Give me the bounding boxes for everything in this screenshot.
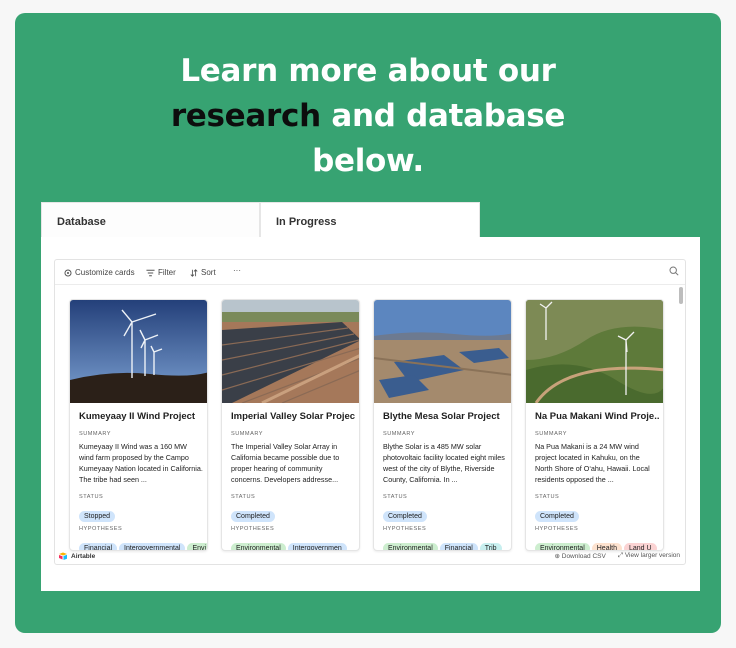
- status-badge: Completed: [535, 511, 579, 522]
- card-summary: Na Pua Makani is a 24 MW wind project lo…: [535, 442, 650, 484]
- card-summary: The Imperial Valley Solar Array in Calif…: [231, 442, 340, 484]
- search-icon: [669, 266, 679, 276]
- summary-label: SUMMARY: [535, 431, 567, 437]
- filter-icon: [146, 269, 155, 276]
- embed-footer: Airtable ⊕ Download CSV ⤢ View larger ve…: [55, 550, 685, 564]
- airtable-logo-text: Airtable: [71, 552, 96, 560]
- headline-line-1: Learn more about our: [180, 53, 556, 89]
- tab-bar: Database In Progress: [41, 202, 480, 239]
- tab-database[interactable]: Database: [41, 202, 260, 237]
- hypotheses-tags: Environmental Intergovernmen: [231, 537, 359, 550]
- tab-in-progress[interactable]: In Progress: [260, 202, 480, 239]
- view-larger-link[interactable]: ⤢ View larger version: [618, 552, 680, 560]
- hypotheses-tags: Financial Intergovernmental Envi: [79, 537, 207, 550]
- customize-cards-button[interactable]: Customize cards: [64, 268, 135, 277]
- embed-frame: Customize cards Filter Sort ··· Kumeyaay…: [41, 237, 700, 591]
- hypotheses-label: HYPOTHESES: [231, 526, 275, 532]
- promo-panel: Learn more about our research and databa…: [15, 13, 721, 633]
- headline-line-2-rest: and database: [320, 98, 566, 134]
- sort-button[interactable]: Sort: [190, 268, 216, 277]
- headline: Learn more about our research and databa…: [15, 49, 721, 184]
- headline-line-3: below.: [312, 143, 424, 179]
- hypotheses-label: HYPOTHESES: [79, 526, 123, 532]
- project-card[interactable]: Blythe Mesa Solar Project SUMMARY Blythe…: [373, 299, 512, 551]
- download-csv-label: Download CSV: [561, 553, 606, 560]
- sort-label: Sort: [201, 268, 216, 277]
- sort-icon: [190, 268, 198, 277]
- filter-label: Filter: [158, 268, 176, 277]
- airtable-embed: Customize cards Filter Sort ··· Kumeyaay…: [54, 259, 686, 565]
- filter-button[interactable]: Filter: [146, 268, 176, 277]
- card-title: Kumeyaay II Wind Project: [79, 411, 196, 422]
- customize-icon: [64, 268, 72, 277]
- airtable-logo[interactable]: Airtable: [58, 552, 95, 560]
- search-button[interactable]: [669, 266, 679, 278]
- hypotheses-tags: Environmental Health Land U: [535, 537, 663, 550]
- headline-line-2: research and database: [15, 94, 721, 139]
- project-card[interactable]: Na Pua Makani Wind Proje... SUMMARY Na P…: [525, 299, 664, 551]
- summary-label: SUMMARY: [231, 431, 263, 437]
- card-title: Blythe Mesa Solar Project: [383, 411, 500, 422]
- card-title: Imperial Valley Solar Project: [231, 411, 355, 422]
- project-card[interactable]: Imperial Valley Solar Project SUMMARY Th…: [221, 299, 360, 551]
- card-summary: Blythe Solar is a 485 MW solar photovolt…: [383, 442, 505, 484]
- airtable-logo-icon: [59, 552, 67, 560]
- status-label: STATUS: [383, 494, 408, 500]
- card-gallery: Kumeyaay II Wind Project SUMMARY Kumeyaa…: [69, 299, 669, 551]
- hypotheses-label: HYPOTHESES: [535, 526, 579, 532]
- status-badge: Completed: [231, 511, 275, 522]
- download-icon: ⊕: [554, 553, 560, 560]
- status-label: STATUS: [535, 494, 560, 500]
- card-summary: Kumeyaay II Wind was a 160 MW wind farm …: [79, 442, 203, 484]
- more-options-button[interactable]: ···: [233, 266, 241, 275]
- solar-array-photo: [222, 300, 359, 403]
- customize-cards-label: Customize cards: [75, 268, 135, 277]
- solar-facility-photo: [374, 300, 511, 403]
- project-card[interactable]: Kumeyaay II Wind Project SUMMARY Kumeyaa…: [69, 299, 208, 551]
- status-label: STATUS: [231, 494, 256, 500]
- status-label: STATUS: [79, 494, 104, 500]
- headline-research-word: research: [170, 98, 321, 134]
- scrollbar[interactable]: [679, 287, 683, 304]
- hypotheses-label: HYPOTHESES: [383, 526, 427, 532]
- view-larger-label: View larger version: [624, 552, 680, 559]
- toolbar: Customize cards Filter Sort ···: [55, 260, 685, 285]
- status-badge: Stopped: [79, 511, 116, 522]
- wind-farm-photo: [70, 300, 207, 403]
- summary-label: SUMMARY: [79, 431, 111, 437]
- download-csv-link[interactable]: ⊕ Download CSV: [554, 552, 605, 560]
- hypotheses-tags: Environmental Financial Trib: [383, 537, 511, 550]
- wind-turbines-aerial-photo: [526, 300, 663, 403]
- expand-icon: ⤢: [617, 552, 624, 559]
- status-badge: Completed: [383, 511, 427, 522]
- card-title: Na Pua Makani Wind Proje...: [535, 411, 659, 422]
- summary-label: SUMMARY: [383, 431, 415, 437]
